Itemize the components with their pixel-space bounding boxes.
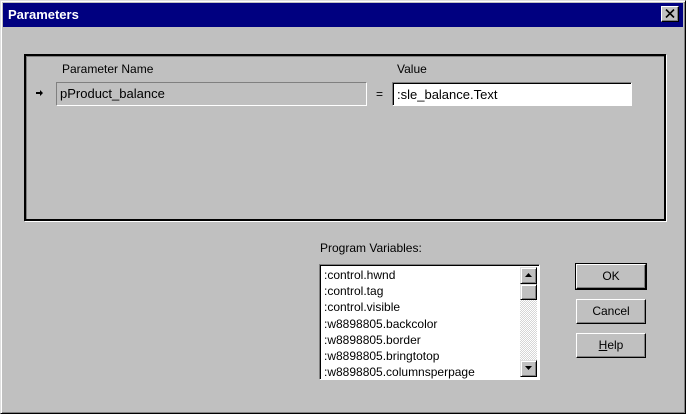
parameters-panel <box>24 54 666 221</box>
list-item[interactable]: :w8898805.bringtotop <box>322 348 518 364</box>
parameter-name-header: Parameter Name <box>62 62 154 76</box>
row-pointer-icon <box>36 90 43 96</box>
scroll-thumb[interactable] <box>520 284 537 300</box>
arrow-down-icon <box>525 366 532 370</box>
list-item[interactable]: :control.hwnd <box>322 267 518 283</box>
list-item[interactable]: :control.visible <box>322 299 518 315</box>
arrow-up-icon <box>525 273 532 277</box>
cancel-button[interactable]: Cancel <box>576 299 646 324</box>
parameter-name-field: pProduct_balance <box>56 82 367 106</box>
close-button[interactable] <box>661 6 679 22</box>
parameters-dialog: Parameters Parameter Name Value pProduct… <box>0 0 686 414</box>
vertical-scrollbar[interactable] <box>520 267 537 377</box>
program-variables-items: :control.hwnd :control.tag :control.visi… <box>322 267 518 379</box>
parameter-value-input[interactable] <box>392 82 632 106</box>
list-item[interactable]: :w8898805.border <box>322 332 518 348</box>
list-item[interactable]: :w8898805.columnsperpage <box>322 364 518 379</box>
program-variables-list[interactable]: :control.hwnd :control.tag :control.visi… <box>319 264 540 380</box>
scroll-down-button[interactable] <box>520 360 537 377</box>
list-item[interactable]: :control.tag <box>322 283 518 299</box>
ok-button[interactable]: OK <box>575 263 647 290</box>
help-button[interactable]: Help <box>576 333 646 358</box>
program-variables-label: Program Variables: <box>320 241 422 255</box>
equals-sign: = <box>376 87 384 101</box>
close-icon <box>665 9 675 18</box>
title-bar[interactable]: Parameters <box>3 3 683 27</box>
list-item[interactable]: :w8898805.backcolor <box>322 316 518 332</box>
window-title: Parameters <box>8 7 79 22</box>
value-header: Value <box>397 62 427 76</box>
scroll-up-button[interactable] <box>520 267 537 284</box>
